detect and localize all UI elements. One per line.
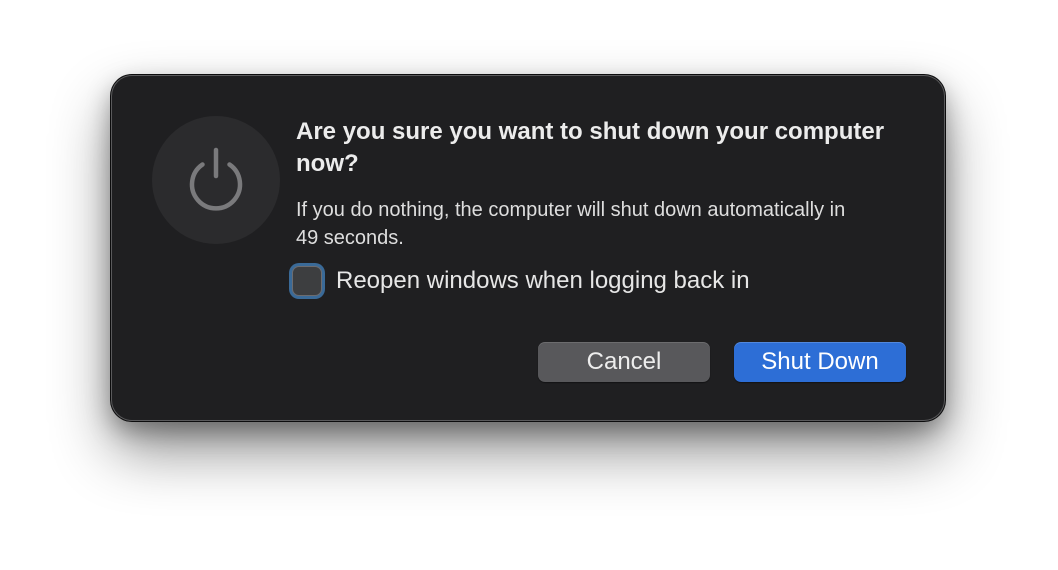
shutdown-dialog: Are you sure you want to shut down your … xyxy=(112,76,944,420)
reopen-windows-label[interactable]: Reopen windows when logging back in xyxy=(336,266,750,296)
dialog-message: If you do nothing, the computer will shu… xyxy=(296,199,846,249)
reopen-windows-option[interactable]: Reopen windows when logging back in xyxy=(290,266,750,296)
power-icon-badge xyxy=(152,116,280,244)
reopen-windows-checkbox[interactable] xyxy=(292,266,322,296)
shut-down-button[interactable]: Shut Down xyxy=(734,342,906,382)
power-icon xyxy=(189,147,243,211)
dialog-title: Are you sure you want to shut down your … xyxy=(296,118,885,177)
cancel-button[interactable]: Cancel xyxy=(538,342,710,382)
